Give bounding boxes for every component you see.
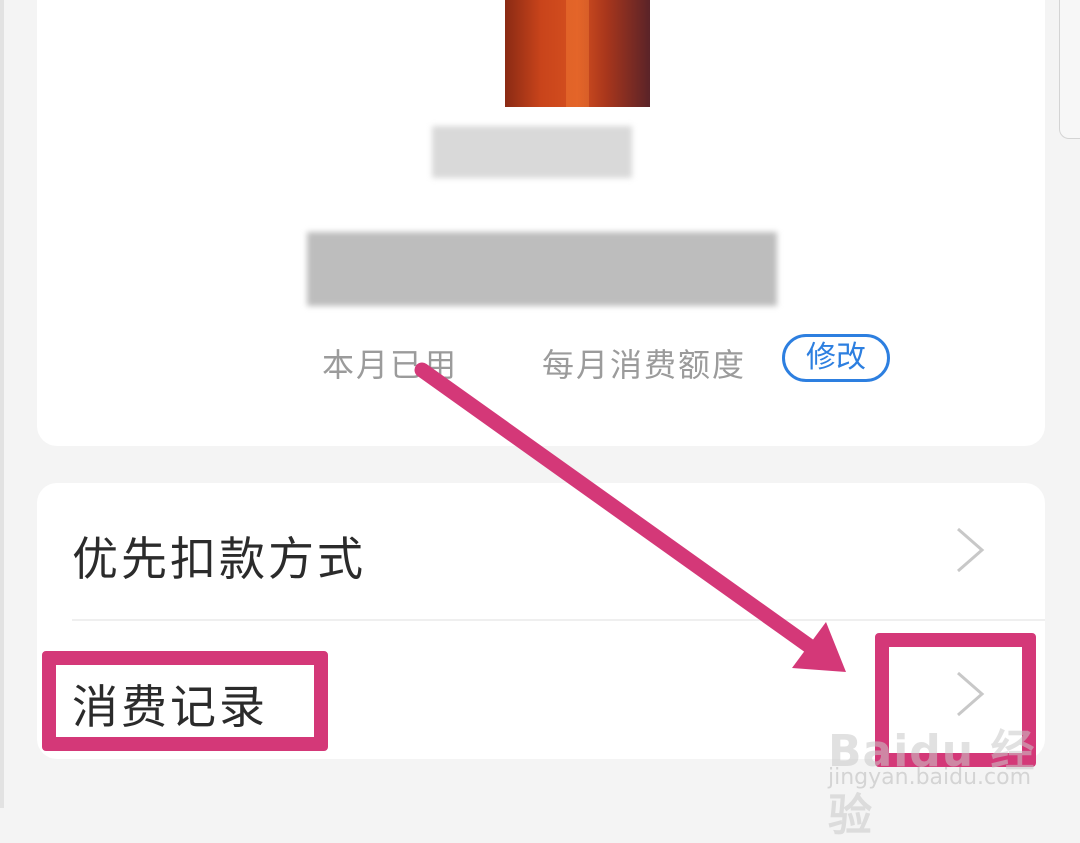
annotation-arrow [414, 362, 846, 672]
watermark-url: jingyan.baidu.com [828, 765, 1032, 790]
watermark: Baidu 经验 jingyan.baidu.com [828, 715, 1078, 841]
